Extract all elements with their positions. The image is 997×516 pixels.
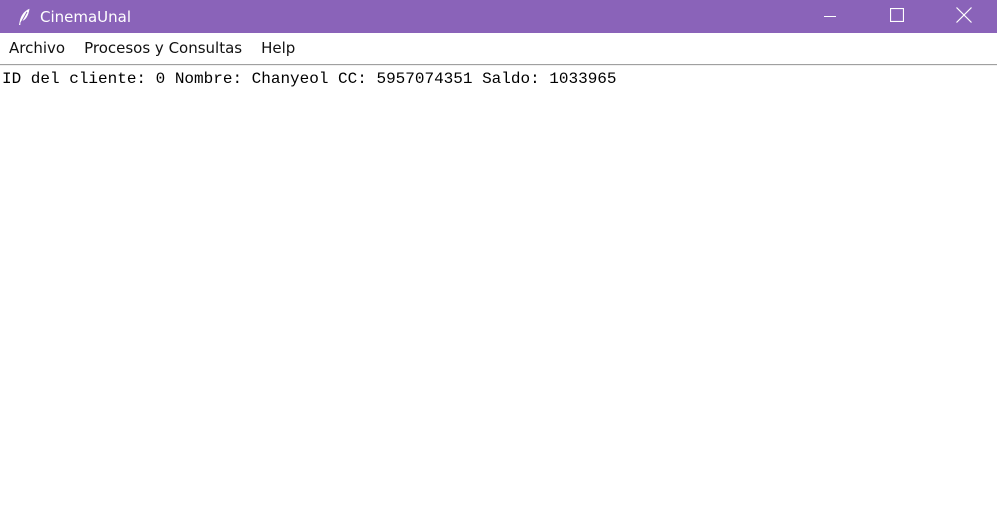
menu-bar: Archivo Procesos y Consultas Help [0,33,997,64]
menu-help[interactable]: Help [252,33,305,64]
feather-icon [14,7,34,27]
menu-divider-highlight [0,65,997,66]
maximize-button[interactable] [863,0,930,33]
output-area[interactable]: ID del cliente: 0 Nombre: Chanyeol CC: 5… [0,67,997,516]
window-title: CinemaUnal [40,7,132,26]
menu-archivo[interactable]: Archivo [0,33,75,64]
menu-procesos-y-consultas[interactable]: Procesos y Consultas [75,33,252,64]
app-window: CinemaUnal Archivo Procesos y Consultas … [0,0,997,516]
close-icon [955,6,972,27]
window-controls [796,0,997,33]
minimize-icon [823,7,836,26]
title-bar[interactable]: CinemaUnal [0,0,997,33]
maximize-icon [889,7,904,26]
minimize-button[interactable] [796,0,863,33]
close-button[interactable] [930,0,997,33]
client-info-text: ID del cliente: 0 Nombre: Chanyeol CC: 5… [2,70,617,88]
